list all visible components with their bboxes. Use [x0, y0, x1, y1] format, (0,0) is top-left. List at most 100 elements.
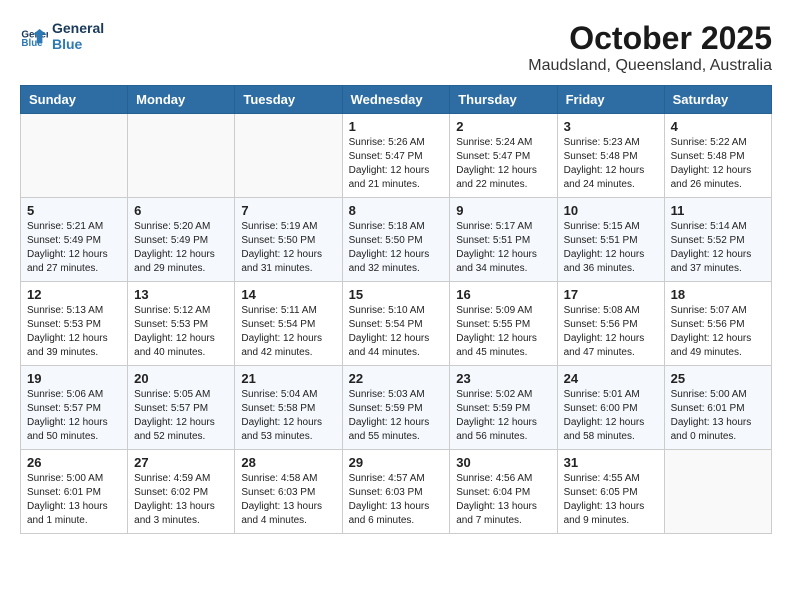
day-number: 27 [134, 455, 228, 470]
calendar-cell: 29 Sunrise: 4:57 AM Sunset: 6:03 PM Dayli… [342, 450, 450, 534]
calendar-cell: 30 Sunrise: 4:56 AM Sunset: 6:04 PM Dayli… [450, 450, 557, 534]
calendar-cell [235, 114, 342, 198]
calendar-cell: 16 Sunrise: 5:09 AM Sunset: 5:55 PM Dayli… [450, 282, 557, 366]
day-number: 28 [241, 455, 335, 470]
cell-content: Sunrise: 5:07 AM Sunset: 5:56 PM Dayligh… [671, 304, 765, 360]
calendar-cell: 21 Sunrise: 5:04 AM Sunset: 5:58 PM Dayli… [235, 366, 342, 450]
calendar-cell: 23 Sunrise: 5:02 AM Sunset: 5:59 PM Dayli… [450, 366, 557, 450]
day-number: 18 [671, 287, 765, 302]
cell-content: Sunrise: 5:26 AM Sunset: 5:47 PM Dayligh… [349, 136, 444, 192]
day-number: 24 [564, 371, 658, 386]
header: General Blue General Blue October 2025 M… [20, 20, 772, 75]
calendar-cell: 18 Sunrise: 5:07 AM Sunset: 5:56 PM Dayli… [664, 282, 771, 366]
calendar-cell: 24 Sunrise: 5:01 AM Sunset: 6:00 PM Dayli… [557, 366, 664, 450]
calendar-cell: 1 Sunrise: 5:26 AM Sunset: 5:47 PM Daylig… [342, 114, 450, 198]
calendar-cell: 17 Sunrise: 5:08 AM Sunset: 5:56 PM Dayli… [557, 282, 664, 366]
calendar-cell: 15Sunrise: 5:10 AM Sunset: 5:54 PM Dayli… [342, 282, 450, 366]
calendar-week-row: 5 Sunrise: 5:21 AM Sunset: 5:49 PM Daylig… [21, 198, 772, 282]
cell-content: Sunrise: 5:08 AM Sunset: 5:56 PM Dayligh… [564, 304, 658, 360]
day-number: 20 [134, 371, 228, 386]
weekday-header-sunday: Sunday [21, 86, 128, 114]
cell-content: Sunrise: 5:01 AM Sunset: 6:00 PM Dayligh… [564, 388, 658, 444]
cell-content: Sunrise: 5:11 AM Sunset: 5:54 PM Dayligh… [241, 304, 335, 360]
calendar-cell: 3 Sunrise: 5:23 AM Sunset: 5:48 PM Daylig… [557, 114, 664, 198]
day-number: 26 [27, 455, 121, 470]
cell-content: Sunrise: 5:21 AM Sunset: 5:49 PM Dayligh… [27, 220, 121, 276]
calendar-cell [128, 114, 235, 198]
calendar-cell: 7Sunrise: 5:19 AM Sunset: 5:50 PM Daylig… [235, 198, 342, 282]
cell-content: Sunrise: 5:04 AM Sunset: 5:58 PM Dayligh… [241, 388, 335, 444]
day-number: 14 [241, 287, 335, 302]
calendar-cell [664, 450, 771, 534]
day-number: 10 [564, 203, 658, 218]
weekday-header-thursday: Thursday [450, 86, 557, 114]
cell-content: Sunrise: 5:09 AM Sunset: 5:55 PM Dayligh… [456, 304, 550, 360]
location-subtitle: Maudsland, Queensland, Australia [528, 57, 772, 75]
cell-content: Sunrise: 5:00 AM Sunset: 6:01 PM Dayligh… [671, 388, 765, 444]
day-number: 16 [456, 287, 550, 302]
day-number: 11 [671, 203, 765, 218]
day-number: 2 [456, 119, 550, 134]
cell-content: Sunrise: 5:15 AM Sunset: 5:51 PM Dayligh… [564, 220, 658, 276]
day-number: 29 [349, 455, 444, 470]
calendar-cell: 28Sunrise: 4:58 AM Sunset: 6:03 PM Dayli… [235, 450, 342, 534]
day-number: 8 [349, 203, 444, 218]
cell-content: Sunrise: 5:19 AM Sunset: 5:50 PM Dayligh… [241, 220, 335, 276]
weekday-header-row: SundayMondayTuesdayWednesdayThursdayFrid… [21, 86, 772, 114]
cell-content: Sunrise: 5:17 AM Sunset: 5:51 PM Dayligh… [456, 220, 550, 276]
calendar-cell [21, 114, 128, 198]
cell-content: Sunrise: 5:12 AM Sunset: 5:53 PM Dayligh… [134, 304, 228, 360]
calendar-cell: 13Sunrise: 5:12 AM Sunset: 5:53 PM Dayli… [128, 282, 235, 366]
weekday-header-friday: Friday [557, 86, 664, 114]
calendar: SundayMondayTuesdayWednesdayThursdayFrid… [20, 85, 772, 534]
calendar-week-row: 26 Sunrise: 5:00 AM Sunset: 6:01 PM Dayli… [21, 450, 772, 534]
calendar-cell: 25 Sunrise: 5:00 AM Sunset: 6:01 PM Dayli… [664, 366, 771, 450]
logo-general: General [52, 20, 104, 36]
calendar-cell: 4Sunrise: 5:22 AM Sunset: 5:48 PM Daylig… [664, 114, 771, 198]
day-number: 21 [241, 371, 335, 386]
calendar-cell: 11 Sunrise: 5:14 AM Sunset: 5:52 PM Dayli… [664, 198, 771, 282]
cell-content: Sunrise: 5:20 AM Sunset: 5:49 PM Dayligh… [134, 220, 228, 276]
day-number: 1 [349, 119, 444, 134]
cell-content: Sunrise: 4:55 AM Sunset: 6:05 PM Dayligh… [564, 472, 658, 528]
calendar-cell: 19Sunrise: 5:06 AM Sunset: 5:57 PM Dayli… [21, 366, 128, 450]
cell-content: Sunrise: 4:59 AM Sunset: 6:02 PM Dayligh… [134, 472, 228, 528]
cell-content: Sunrise: 5:03 AM Sunset: 5:59 PM Dayligh… [349, 388, 444, 444]
cell-content: Sunrise: 4:57 AM Sunset: 6:03 PM Dayligh… [349, 472, 444, 528]
calendar-cell: 31 Sunrise: 4:55 AM Sunset: 6:05 PM Dayli… [557, 450, 664, 534]
logo: General Blue General Blue [20, 20, 104, 52]
calendar-week-row: 19Sunrise: 5:06 AM Sunset: 5:57 PM Dayli… [21, 366, 772, 450]
calendar-cell: 8 Sunrise: 5:18 AM Sunset: 5:50 PM Daylig… [342, 198, 450, 282]
calendar-cell: 9 Sunrise: 5:17 AM Sunset: 5:51 PM Daylig… [450, 198, 557, 282]
cell-content: Sunrise: 5:00 AM Sunset: 6:01 PM Dayligh… [27, 472, 121, 528]
cell-content: Sunrise: 5:06 AM Sunset: 5:57 PM Dayligh… [27, 388, 121, 444]
calendar-cell: 20 Sunrise: 5:05 AM Sunset: 5:57 PM Dayli… [128, 366, 235, 450]
day-number: 30 [456, 455, 550, 470]
day-number: 9 [456, 203, 550, 218]
day-number: 22 [349, 371, 444, 386]
cell-content: Sunrise: 5:23 AM Sunset: 5:48 PM Dayligh… [564, 136, 658, 192]
cell-content: Sunrise: 5:02 AM Sunset: 5:59 PM Dayligh… [456, 388, 550, 444]
calendar-cell: 14 Sunrise: 5:11 AM Sunset: 5:54 PM Dayli… [235, 282, 342, 366]
day-number: 3 [564, 119, 658, 134]
cell-content: Sunrise: 5:14 AM Sunset: 5:52 PM Dayligh… [671, 220, 765, 276]
calendar-week-row: 1 Sunrise: 5:26 AM Sunset: 5:47 PM Daylig… [21, 114, 772, 198]
calendar-cell: 22 Sunrise: 5:03 AM Sunset: 5:59 PM Dayli… [342, 366, 450, 450]
month-title: October 2025 [528, 20, 772, 57]
cell-content: Sunrise: 5:24 AM Sunset: 5:47 PM Dayligh… [456, 136, 550, 192]
cell-content: Sunrise: 5:22 AM Sunset: 5:48 PM Dayligh… [671, 136, 765, 192]
cell-content: Sunrise: 5:18 AM Sunset: 5:50 PM Dayligh… [349, 220, 444, 276]
day-number: 31 [564, 455, 658, 470]
day-number: 17 [564, 287, 658, 302]
day-number: 25 [671, 371, 765, 386]
calendar-cell: 10 Sunrise: 5:15 AM Sunset: 5:51 PM Dayli… [557, 198, 664, 282]
cell-content: Sunrise: 5:05 AM Sunset: 5:57 PM Dayligh… [134, 388, 228, 444]
logo-icon: General Blue [20, 22, 48, 50]
day-number: 5 [27, 203, 121, 218]
calendar-cell: 26 Sunrise: 5:00 AM Sunset: 6:01 PM Dayli… [21, 450, 128, 534]
weekday-header-monday: Monday [128, 86, 235, 114]
calendar-cell: 5 Sunrise: 5:21 AM Sunset: 5:49 PM Daylig… [21, 198, 128, 282]
day-number: 23 [456, 371, 550, 386]
cell-content: Sunrise: 4:56 AM Sunset: 6:04 PM Dayligh… [456, 472, 550, 528]
day-number: 6 [134, 203, 228, 218]
